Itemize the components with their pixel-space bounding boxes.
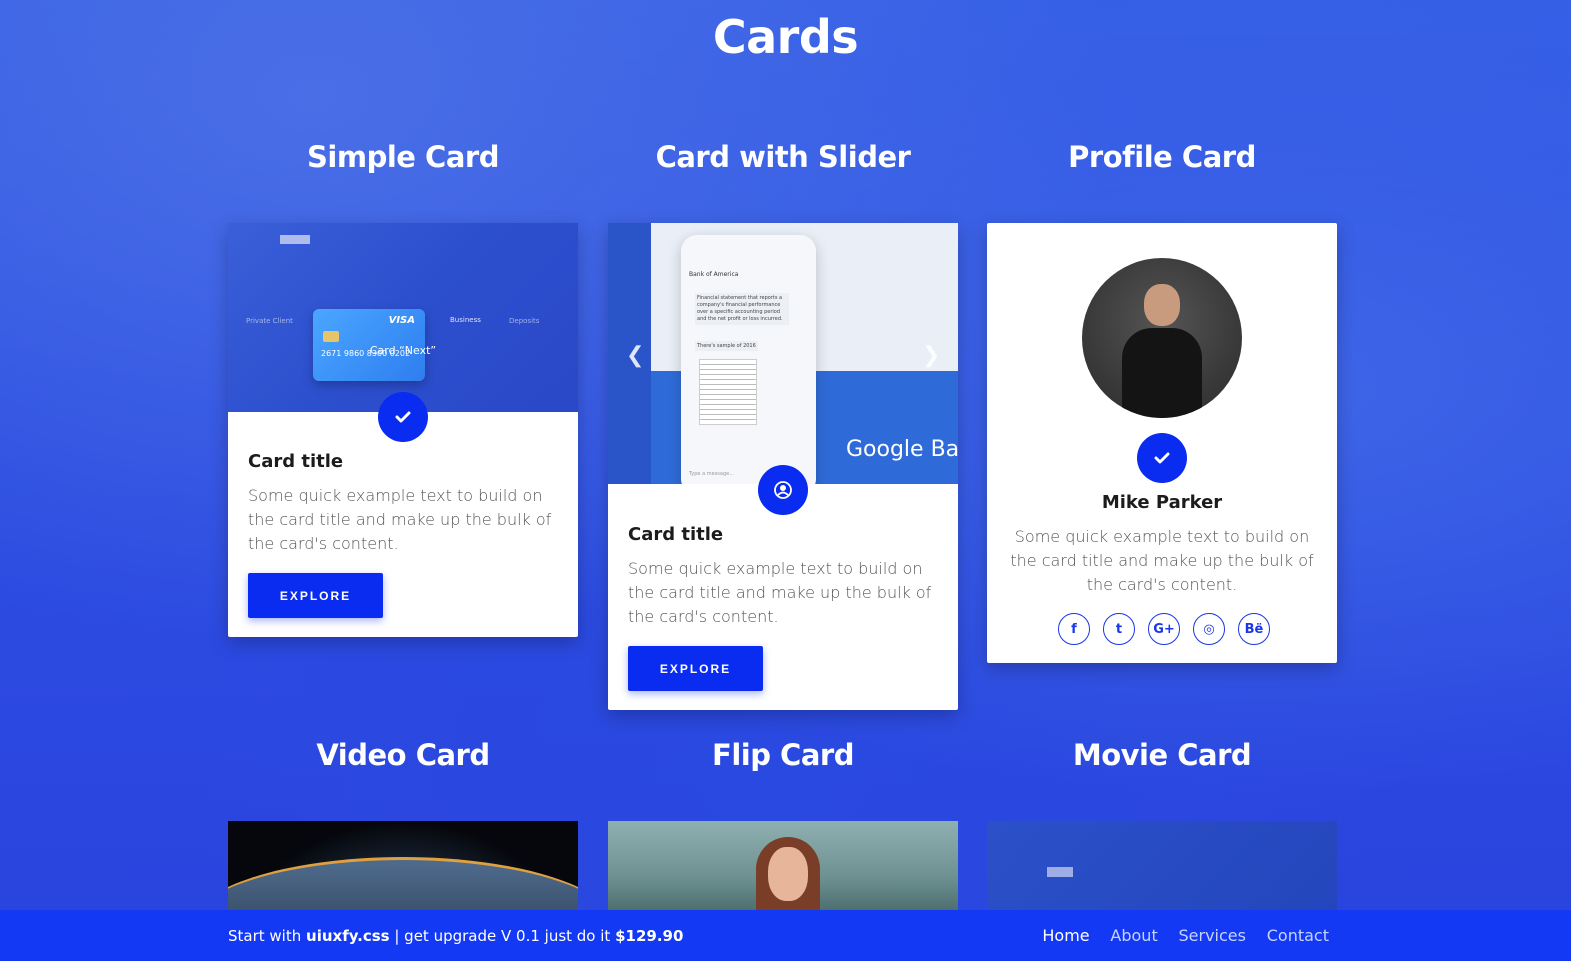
simple-card: VISA 2671 9860 8300 0202 Private Client … <box>228 223 578 637</box>
explore-button[interactable]: EXPLORE <box>248 573 383 618</box>
user-badge <box>758 465 808 515</box>
avatar-body <box>1122 328 1202 418</box>
phone-mockup: Bank of America Financial statement that… <box>681 235 816 484</box>
check-icon <box>395 411 411 423</box>
section-title-profile-card: Profile Card <box>1068 140 1256 174</box>
footer-bar: Start with uiuxfy.css | get upgrade V 0.… <box>0 910 1571 961</box>
section-title-movie-card: Movie Card <box>1072 738 1252 772</box>
check-badge <box>378 392 428 442</box>
check-icon <box>1154 452 1170 464</box>
simple-card-image: VISA 2671 9860 8300 0202 Private Client … <box>228 223 578 412</box>
footer-promo-start: Start with <box>228 927 307 945</box>
slider-card: Bank of America Financial statement that… <box>608 223 958 710</box>
slider-prev-arrow[interactable]: ❮ <box>626 343 644 368</box>
dribbble-icon[interactable]: ◎ <box>1193 613 1225 645</box>
card-title: Card title <box>248 451 344 472</box>
page-title: Cards <box>712 10 859 64</box>
image-label-mid: Business <box>450 316 481 324</box>
portrait-face <box>768 847 808 901</box>
slider-next-arrow[interactable]: ❯ <box>922 343 940 368</box>
facebook-icon[interactable]: f <box>1058 613 1090 645</box>
phone-header: Bank of America <box>689 271 739 278</box>
card-text: Some quick example text to build on the … <box>248 486 552 553</box>
user-icon <box>774 481 792 499</box>
nav-home[interactable]: Home <box>1042 926 1089 945</box>
flip-card-image[interactable] <box>608 821 958 911</box>
footer-brand[interactable]: uiuxfy.css <box>306 927 390 945</box>
movie-card-image[interactable] <box>987 821 1337 911</box>
footer-promo: Start with uiuxfy.css | get upgrade V 0.… <box>228 927 683 945</box>
slider-image: Bank of America Financial statement that… <box>608 223 958 484</box>
section-title-video-card: Video Card <box>316 738 490 772</box>
card-title: Card title <box>628 524 724 545</box>
behance-icon[interactable]: Bë <box>1238 613 1270 645</box>
avatar-face <box>1144 284 1180 326</box>
profile-card: Mike Parker Some quick example text to b… <box>987 223 1337 663</box>
explore-button[interactable]: EXPLORE <box>628 646 763 691</box>
footer-nav: Home About Services Contact <box>1026 926 1329 945</box>
twitter-icon[interactable]: t <box>1103 613 1135 645</box>
video-card-image[interactable] <box>228 821 578 911</box>
footer-promo-mid: | get upgrade V 0.1 just do it <box>389 927 616 945</box>
document-preview <box>699 359 757 425</box>
section-title-flip-card: Flip Card <box>712 738 854 772</box>
profile-name: Mike Parker <box>1101 492 1223 513</box>
phone-chat-bubble-2: There's sample of 2016 <box>695 341 758 351</box>
section-title-simple-card: Simple Card <box>307 140 499 174</box>
image-label-left: Private Client <box>246 317 293 325</box>
chip-icon <box>323 331 339 342</box>
profile-text: Some quick example text to build on the … <box>1010 527 1314 594</box>
mock-logo <box>1047 867 1073 877</box>
mock-logo <box>280 235 310 244</box>
nav-about[interactable]: About <box>1110 926 1157 945</box>
footer-price: $129.90 <box>615 927 684 945</box>
nav-services[interactable]: Services <box>1179 926 1246 945</box>
avatar <box>1082 258 1242 418</box>
phone-input-placeholder: Type a message... <box>689 471 734 477</box>
earth-horizon <box>228 857 578 911</box>
image-caption: Card “Next” <box>369 344 437 357</box>
visa-logo: VISA <box>388 315 415 326</box>
nav-contact[interactable]: Contact <box>1267 926 1329 945</box>
check-badge <box>1137 433 1187 483</box>
social-links: f t G+ ◎ Bë <box>1058 613 1270 645</box>
image-label-right: Deposits <box>509 317 540 325</box>
section-title-card-with-slider: Card with Slider <box>655 140 911 174</box>
card-text: Some quick example text to build on the … <box>628 559 932 626</box>
google-plus-icon[interactable]: G+ <box>1148 613 1180 645</box>
phone-chat-bubble: Financial statement that reports a compa… <box>695 293 789 325</box>
google-bank-text: Google Bar <box>846 437 958 462</box>
